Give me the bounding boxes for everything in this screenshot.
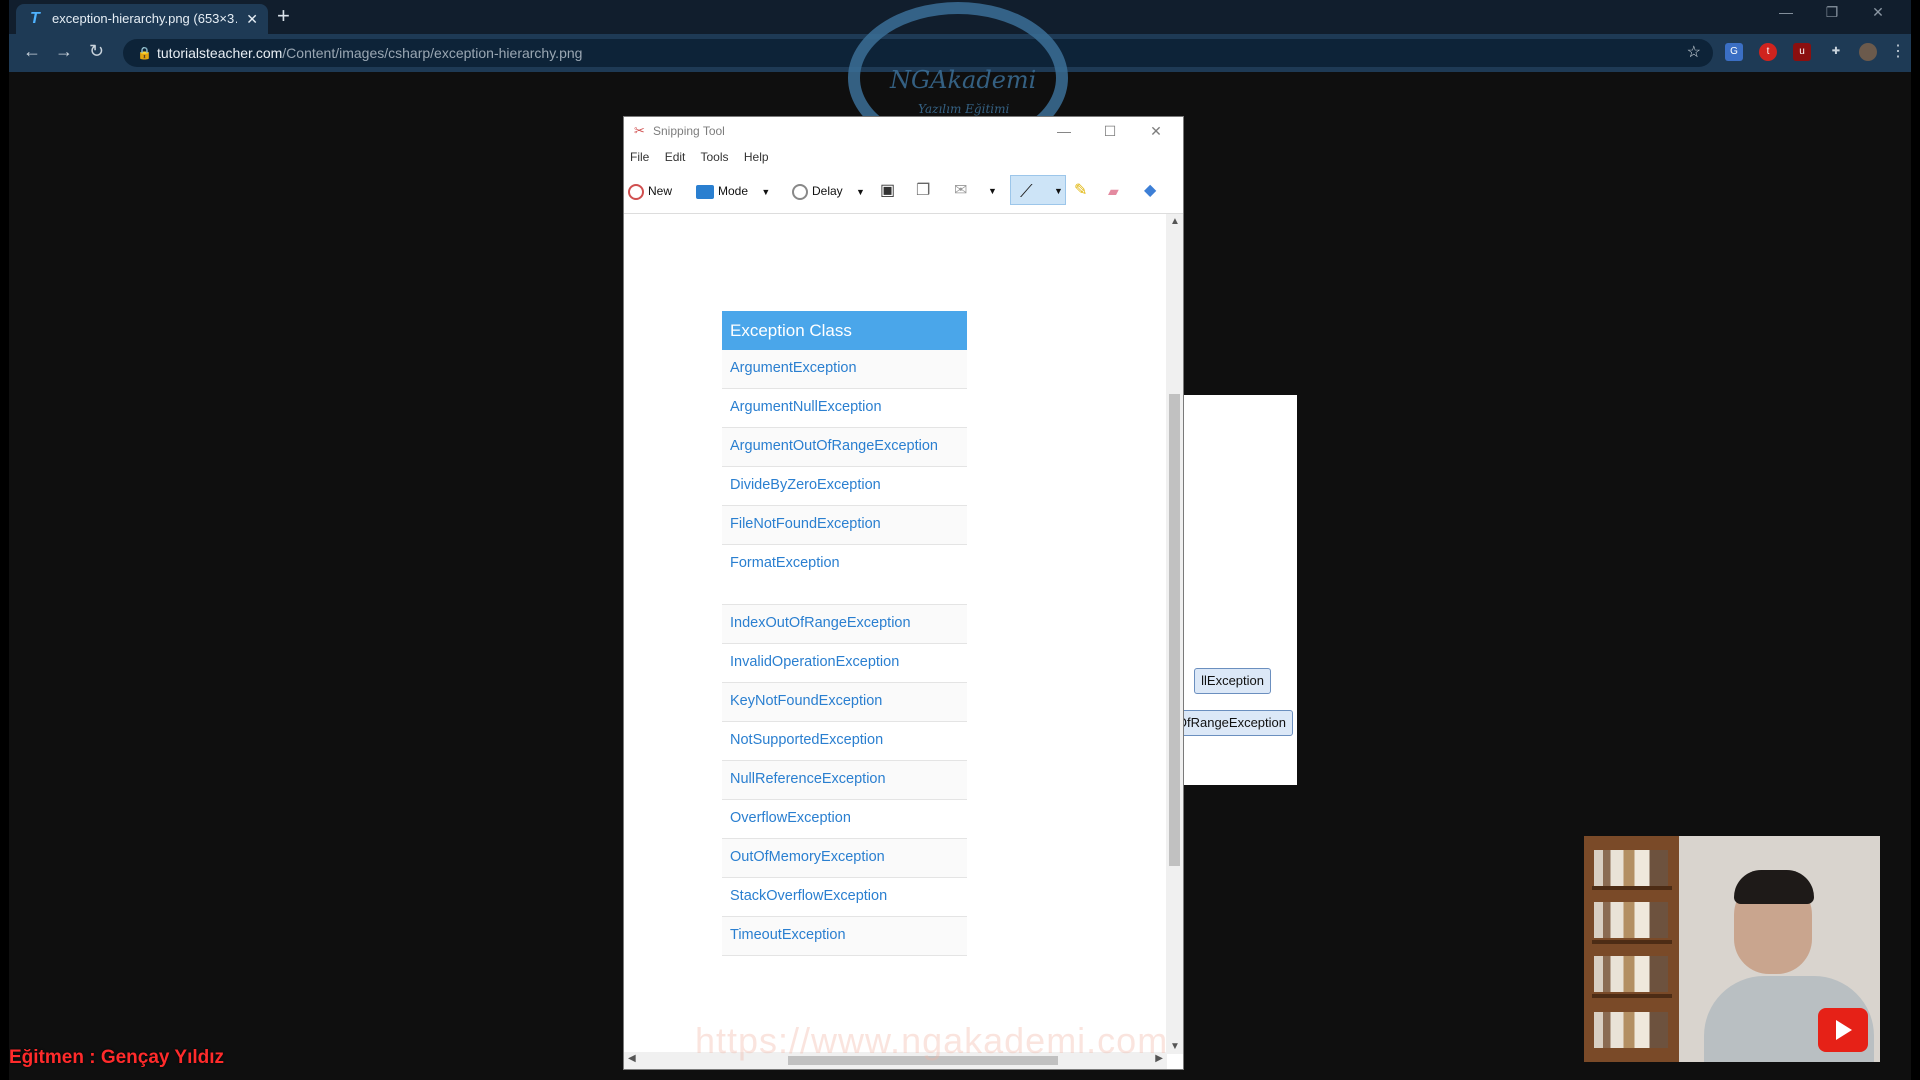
table-row[interactable]: InvalidOperationException — [722, 644, 967, 683]
table-row[interactable]: KeyNotFoundException — [722, 683, 967, 722]
table-row[interactable]: ArgumentNullException — [722, 389, 967, 428]
table-row[interactable]: ArgumentException — [722, 350, 967, 389]
ublock-extension-icon[interactable]: u — [1793, 43, 1811, 61]
table-row[interactable]: FileNotFoundException — [722, 506, 967, 545]
new-snip-icon — [628, 183, 644, 200]
table-header: Exception Class — [722, 311, 967, 350]
snipping-toolbar: New Mode ▼ Delay ▼ ▣ ❐ ✉ ▼ ⟋ ▼ ✎ ▰ ◆ — [624, 169, 1183, 214]
mode-button[interactable]: Mode ▼ — [696, 179, 770, 203]
bookmark-star-icon[interactable]: ☆ — [1687, 39, 1701, 67]
minimize-icon[interactable]: — — [1763, 4, 1809, 20]
presenter-webcam — [1584, 836, 1880, 1062]
table-body: ArgumentException ArgumentNullException Ar… — [722, 350, 967, 956]
restore-icon[interactable]: ❐ — [1809, 4, 1855, 21]
snipping-tool-titlebar: ✂ Snipping Tool — ☐ ✕ — [624, 117, 1183, 145]
forward-icon[interactable]: → — [55, 41, 73, 62]
lock-icon: 🔒 — [137, 46, 152, 60]
menu-help[interactable]: Help — [744, 150, 769, 164]
scroll-down-icon[interactable]: ▼ — [1170, 1041, 1180, 1052]
new-label: New — [648, 184, 673, 198]
menu-tools[interactable]: Tools — [701, 150, 729, 164]
bookshelf — [1584, 836, 1679, 1062]
table-row[interactable]: FormatException — [722, 545, 967, 605]
youtube-play-icon[interactable] — [1818, 1008, 1868, 1052]
send-snip-icon[interactable]: ✉ — [954, 179, 967, 203]
table-row[interactable]: NotSupportedException — [722, 722, 967, 761]
copy-icon[interactable]: ❐ — [916, 179, 930, 203]
table-row[interactable]: TimeoutException — [722, 917, 967, 956]
scroll-left-icon[interactable]: ◀ — [628, 1053, 636, 1064]
eraser-icon[interactable]: ▰ — [1108, 179, 1119, 203]
exception-table: Exception Class ArgumentException Argumen… — [722, 311, 967, 956]
extensions-puzzle-icon[interactable]: ✚ — [1827, 43, 1845, 61]
snip-canvas: Exception Class ArgumentException Argumen… — [624, 214, 1167, 1054]
bg-node-label: llException — [1194, 668, 1271, 694]
site-favicon-icon: T — [30, 10, 40, 27]
chevron-down-icon[interactable]: ▼ — [856, 187, 865, 197]
window-title: Snipping Tool — [653, 124, 725, 138]
url-text: tutorialsteacher.com/Content/images/csha… — [157, 45, 583, 61]
chevron-down-icon[interactable]: ▼ — [1054, 179, 1063, 203]
chevron-down-icon[interactable]: ▼ — [988, 179, 997, 203]
table-row[interactable]: NullReferenceException — [722, 761, 967, 800]
menu-file[interactable]: File — [630, 150, 649, 164]
new-button[interactable]: New — [628, 179, 672, 203]
table-row[interactable]: OutOfMemoryException — [722, 839, 967, 878]
table-row[interactable]: IndexOutOfRangeException — [722, 605, 967, 644]
browser-tab-active[interactable]: T exception-hierarchy.png (653×3… ✕ — [16, 4, 268, 34]
profile-avatar[interactable] — [1859, 43, 1877, 61]
scroll-up-icon[interactable]: ▲ — [1170, 216, 1180, 227]
mode-label: Mode — [718, 184, 749, 198]
menu-edit[interactable]: Edit — [665, 150, 686, 164]
trainer-caption: Eğitmen : Gençay Yıldız — [9, 1047, 225, 1068]
vertical-scrollbar[interactable]: ▲ ▼ — [1166, 214, 1183, 1054]
table-row[interactable]: DivideByZeroException — [722, 467, 967, 506]
close-icon[interactable]: ✕ — [1133, 117, 1179, 145]
table-row[interactable]: StackOverflowException — [722, 878, 967, 917]
delay-button[interactable]: Delay ▼ — [792, 179, 865, 203]
scissors-icon: ✂ — [634, 123, 645, 138]
paint3d-icon[interactable]: ◆ — [1144, 179, 1156, 203]
bg-node-label: OfRangeException — [1169, 710, 1293, 736]
background-image-partial: llException OfRangeException — [1169, 395, 1297, 785]
table-row[interactable]: ArgumentOutOfRangeException — [722, 428, 967, 467]
minimize-icon[interactable]: — — [1041, 117, 1087, 145]
watermark-url: https://www.ngakademi.com — [695, 1020, 1169, 1061]
red-extension-icon[interactable]: t — [1759, 43, 1777, 61]
tab-close-icon[interactable]: ✕ — [246, 4, 258, 34]
scroll-thumb[interactable] — [1169, 394, 1180, 866]
delay-label: Delay — [812, 184, 843, 198]
table-row[interactable]: OverflowException — [722, 800, 967, 839]
highlighter-icon[interactable]: ✎ — [1074, 179, 1087, 203]
logo-text-main: NGAkademi — [890, 66, 1037, 94]
mode-icon — [696, 184, 714, 199]
window-controls: — ❐ ✕ — [1763, 4, 1901, 21]
save-icon[interactable]: ▣ — [880, 179, 895, 203]
back-icon[interactable]: ← — [23, 41, 41, 62]
logo-text-sub: Yazılım Eğitimi — [918, 102, 1010, 116]
pen-icon[interactable]: ⟋ — [1020, 179, 1033, 203]
menu-bar: File Edit Tools Help — [630, 150, 781, 164]
snipping-tool-window: ✂ Snipping Tool — ☐ ✕ File Edit Tools Help… — [623, 116, 1184, 1070]
close-window-icon[interactable]: ✕ — [1855, 4, 1901, 21]
new-tab-button[interactable]: + — [277, 3, 290, 29]
reload-icon[interactable]: ↻ — [89, 41, 104, 62]
tab-title: exception-hierarchy.png (653×3… — [52, 11, 237, 26]
browser-menu-icon[interactable]: ⋮ — [1889, 43, 1907, 61]
chevron-down-icon[interactable]: ▼ — [761, 187, 770, 197]
maximize-icon[interactable]: ☐ — [1087, 117, 1133, 145]
translate-extension-icon[interactable]: G — [1725, 43, 1743, 61]
clock-icon — [792, 183, 808, 200]
snip-window-controls: — ☐ ✕ — [1041, 117, 1179, 145]
